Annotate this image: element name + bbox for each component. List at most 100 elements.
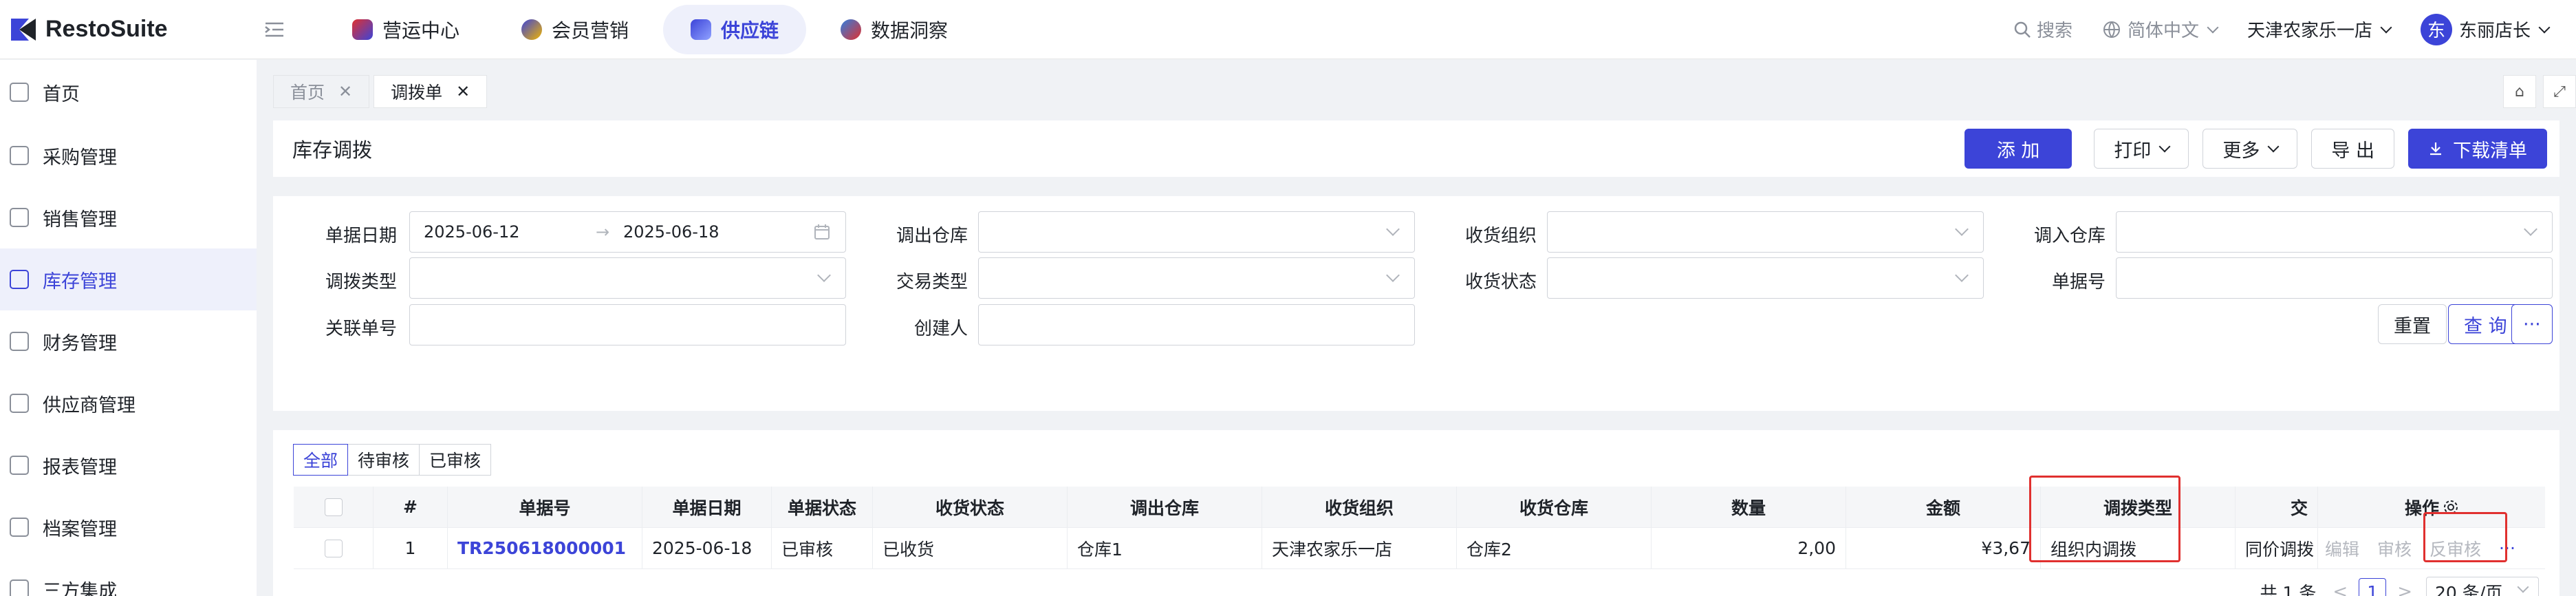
more-filters-button[interactable]: ··· [2511, 304, 2553, 344]
close-icon[interactable]: ✕ [338, 82, 352, 101]
bag-icon [10, 208, 29, 227]
add-button[interactable]: 添 加 [1964, 129, 2072, 169]
rel-no-input[interactable] [409, 304, 846, 345]
sidebar-item-label: 财务管理 [43, 332, 117, 354]
cell-doc-status: 已审核 [772, 528, 873, 569]
user-menu[interactable]: 东 东丽店长 [2420, 13, 2551, 45]
language-select[interactable]: 简体中文 [2103, 17, 2219, 42]
download-list-button[interactable]: 下载清单 [2408, 129, 2547, 169]
sidebar-item-home[interactable]: 首页 [0, 60, 257, 125]
sidebar: 首页 采购管理 销售管理 库存管理 财务管理 供应商管理 报表管理 档案管理 三… [0, 60, 257, 596]
transfer-type-label: 调拨类型 [325, 272, 397, 292]
collapse-menu-icon[interactable] [264, 21, 285, 38]
sidebar-item-label: 供应商管理 [43, 394, 136, 416]
more-button[interactable]: 更多 [2202, 129, 2298, 169]
trade-type-label: 交易类型 [896, 272, 968, 292]
download-label: 下载清单 [2453, 140, 2527, 162]
sidebar-item-reports[interactable]: 报表管理 [0, 434, 257, 496]
next-page-button[interactable]: > [2397, 582, 2412, 596]
store-select[interactable]: 天津农家乐一店 [2247, 17, 2392, 42]
tab-tools: ⌂ ⤢ [2496, 75, 2576, 108]
sidebar-item-inventory[interactable]: 库存管理 [0, 248, 257, 310]
sidebar-item-integration[interactable]: 三方集成 [0, 558, 257, 596]
doc-no-label: 单据号 [2051, 272, 2106, 292]
sidebar-item-sales[interactable]: 销售管理 [0, 187, 257, 248]
row-select-cell[interactable] [294, 528, 374, 569]
col-out-warehouse: 调出仓库 [1068, 487, 1262, 528]
tab-transfer-order[interactable]: 调拨单 ✕ [374, 75, 488, 108]
transfer-type-select[interactable] [409, 257, 846, 299]
list-icon [10, 518, 29, 537]
col-recv-status: 收货状态 [873, 487, 1068, 528]
search-label: 搜索 [2036, 21, 2072, 41]
status-tab-pending[interactable]: 待审核 [347, 444, 420, 476]
in-warehouse-select[interactable] [2116, 211, 2553, 253]
prev-page-button[interactable]: < [2333, 582, 2348, 596]
print-label: 打印 [2114, 140, 2152, 162]
calendar-icon [814, 224, 830, 240]
nav-label: 营运中心 [382, 19, 460, 42]
nav-member-marketing[interactable]: 会员营销 [494, 5, 656, 54]
sidebar-item-label: 报表管理 [43, 456, 117, 478]
chevron-down-icon [2158, 140, 2171, 153]
lock-icon[interactable]: ⌂ [2503, 75, 2536, 108]
total-count: 共 1 条 [2260, 583, 2317, 596]
home-icon [10, 83, 29, 102]
search-icon [2014, 21, 2031, 38]
table-header-row: # 单据号 单据日期 单据状态 收货状态 调出仓库 收货组织 收货仓库 数量 金… [294, 487, 2545, 528]
recv-org-label: 收货组织 [1464, 226, 1537, 246]
page-size-select[interactable]: 20 条/页 [2426, 577, 2539, 596]
sidebar-item-label: 销售管理 [43, 209, 117, 231]
nav-data-insight[interactable]: 数据洞察 [813, 5, 975, 54]
audit-button[interactable]: 审核 [2377, 536, 2412, 561]
sidebar-item-archive[interactable]: 档案管理 [0, 496, 257, 558]
title-card: 库存调拨 添 加 打印 更多 导 出 下载清单 [273, 120, 2559, 177]
reset-button[interactable]: 重置 [2378, 304, 2447, 344]
status-tab-all[interactable]: 全部 [293, 444, 349, 476]
print-button[interactable]: 打印 [2094, 129, 2189, 169]
row-checkbox[interactable] [324, 539, 343, 557]
member-icon [521, 19, 543, 40]
sidebar-item-purchase[interactable]: 采购管理 [0, 125, 257, 187]
trade-type-select[interactable] [978, 257, 1415, 299]
sidebar-item-finance[interactable]: 财务管理 [0, 310, 257, 372]
select-all-checkbox[interactable] [324, 498, 343, 516]
top-header: RestoSuite 营运中心 会员营销 供应链 数据洞察 搜索 简体中文 天津… [0, 0, 2576, 59]
chevron-down-icon [2517, 581, 2529, 593]
main-content: 首页 ✕ 调拨单 ✕ ⌂ ⤢ 库存调拨 添 加 打印 更多 导 出 下载清单 单… [257, 60, 2576, 596]
out-warehouse-select[interactable] [978, 211, 1415, 253]
recv-status-select[interactable] [1547, 257, 1984, 299]
select-all-cell[interactable] [294, 487, 374, 528]
doc-no-link[interactable]: TR250618000001 [448, 528, 642, 569]
col-date: 单据日期 [642, 487, 772, 528]
date-to: 2025-06-18 [623, 222, 719, 242]
recv-org-select[interactable] [1547, 211, 1984, 253]
page-1-button[interactable]: 1 [2359, 578, 2387, 596]
fullscreen-icon[interactable]: ⤢ [2543, 75, 2576, 108]
brand-logo[interactable]: RestoSuite [8, 14, 264, 45]
col-doc-no: 单据号 [448, 487, 642, 528]
chevron-down-icon [2380, 21, 2392, 33]
creator-input[interactable] [978, 304, 1415, 345]
nav-operations[interactable]: 营运中心 [325, 5, 487, 54]
date-range-picker[interactable]: 2025-06-12 → 2025-06-18 [409, 211, 846, 253]
search-button[interactable]: 搜索 [2013, 17, 2072, 42]
page-title: 库存调拨 [292, 138, 373, 162]
tab-home[interactable]: 首页 ✕ [273, 75, 370, 108]
money-bag-icon [10, 332, 29, 351]
table-row[interactable]: 1 TR250618000001 2025-06-18 已审核 已收货 仓库1 … [294, 528, 2545, 569]
tab-label: 首页 [290, 83, 325, 103]
recv-status-label: 收货状态 [1464, 272, 1537, 292]
nav-supply-chain[interactable]: 供应链 [663, 4, 807, 54]
status-tab-approved[interactable]: 已审核 [419, 444, 492, 476]
export-button[interactable]: 导 出 [2311, 129, 2394, 169]
chevron-down-icon [2538, 21, 2551, 33]
sidebar-item-label: 三方集成 [43, 580, 117, 596]
nav-label: 供应链 [721, 19, 779, 42]
close-icon[interactable]: ✕ [456, 82, 470, 101]
sidebar-item-supplier[interactable]: 供应商管理 [0, 372, 257, 434]
doc-no-input[interactable] [2116, 257, 2553, 299]
edit-button[interactable]: 编辑 [2325, 536, 2359, 561]
cell-date: 2025-06-18 [642, 528, 772, 569]
sidebar-item-label: 采购管理 [43, 147, 117, 169]
